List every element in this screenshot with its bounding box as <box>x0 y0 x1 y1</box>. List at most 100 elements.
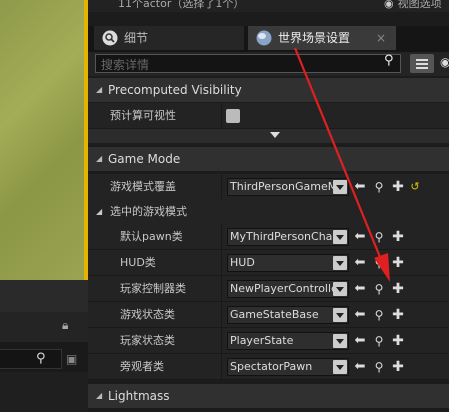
back-arrow-icon[interactable]: ⬅ <box>353 332 367 350</box>
view-options-label: 视图选项 <box>397 0 442 10</box>
column-divider <box>221 250 222 276</box>
lock-icon[interactable]: 🔒︎ <box>62 318 76 332</box>
section-title: Precomputed Visibility <box>108 83 242 97</box>
property-row: 预计算可视性 <box>88 103 449 129</box>
property-row-game-mode-override: 游戏模式覆盖 ThirdPersonGameMode ⬅ ⚲ ✚ ↺ <box>88 174 449 200</box>
section-game-mode[interactable]: ◢ Game Mode <box>88 147 449 171</box>
search-input[interactable]: 搜索详情 <box>95 54 401 73</box>
column-divider <box>221 302 222 328</box>
add-icon[interactable]: ✚ <box>391 280 405 298</box>
find-icon[interactable]: ⚲ <box>372 358 386 376</box>
property-label: 游戏模式覆盖 <box>110 180 176 193</box>
group-row-selected-game-mode[interactable]: ◢ 选中的游戏模式 <box>88 199 449 225</box>
back-arrow-icon[interactable]: ⬅ <box>353 306 367 324</box>
property-row: HUD类 HUD ⬅ ⚲ ✚ <box>88 250 449 276</box>
find-icon[interactable]: ⚲ <box>372 280 386 298</box>
collapse-arrow-icon: ◢ <box>96 207 103 216</box>
property-row: 游戏状态类 GameStateBase ⬅ ⚲ ✚ <box>88 302 449 328</box>
left-panel-content <box>0 372 88 412</box>
close-icon[interactable]: × <box>376 26 386 50</box>
property-matrix-button[interactable] <box>410 54 434 73</box>
details-panel: 11个actor（选择了1个） ◉ 视图选项 细节 世界场景设置 × 搜索详情 ⚲… <box>88 0 449 412</box>
section-lightmass[interactable]: ◢ Lightmass <box>88 384 449 408</box>
find-icon[interactable]: ⚲ <box>372 228 386 246</box>
property-label: 玩家状态类 <box>120 334 175 347</box>
add-icon[interactable]: ✚ <box>391 254 405 272</box>
left-search-input[interactable] <box>0 349 62 369</box>
combo-value: ThirdPersonGameMode <box>230 180 334 193</box>
combo-value: SpectatorPawn <box>230 360 313 373</box>
back-arrow-icon[interactable]: ⬅ <box>353 178 367 196</box>
grid-icon <box>416 58 428 69</box>
chevron-down-icon <box>333 360 347 374</box>
chevron-down-icon <box>333 334 347 348</box>
column-divider <box>221 354 222 380</box>
combo-value: NewPlayerController <box>230 282 334 295</box>
search-row: 搜索详情 <box>88 52 449 76</box>
find-icon[interactable]: ⚲ <box>372 178 386 196</box>
default-pawn-combo[interactable]: MyThirdPersonCharacter <box>227 228 349 246</box>
back-arrow-icon[interactable]: ⬅ <box>353 228 367 246</box>
left-panel-gap <box>0 280 88 312</box>
player-controller-combo[interactable]: NewPlayerController <box>227 280 349 298</box>
property-row: 默认pawn类 MyThirdPersonCharacter ⬅ ⚲ ✚ <box>88 224 449 250</box>
add-icon[interactable]: ✚ <box>391 332 405 350</box>
tab-bar: 细节 世界场景设置 × <box>88 26 449 52</box>
property-row: 玩家控制器类 NewPlayerController ⬅ ⚲ ✚ <box>88 276 449 302</box>
property-row: 旁观者类 SpectatorPawn ⬅ ⚲ ✚ <box>88 354 449 380</box>
precomputed-visibility-checkbox[interactable] <box>226 109 240 123</box>
player-state-combo[interactable]: PlayerState <box>227 332 349 350</box>
column-divider <box>221 328 222 354</box>
advanced-expander[interactable] <box>88 129 449 143</box>
spectator-class-combo[interactable]: SpectatorPawn <box>227 358 349 376</box>
property-row: 玩家状态类 PlayerState ⬅ ⚲ ✚ <box>88 328 449 354</box>
level-viewport[interactable] <box>0 0 88 280</box>
column-divider <box>221 224 222 250</box>
reset-icon[interactable]: ↺ <box>408 178 422 196</box>
eye-icon: ◉ <box>384 0 394 10</box>
property-label: 默认pawn类 <box>120 230 183 243</box>
chevron-down-icon <box>333 256 347 270</box>
game-state-combo[interactable]: GameStateBase <box>227 306 349 324</box>
search-icon[interactable]: ⚲ <box>36 351 46 366</box>
combo-value: GameStateBase <box>230 308 319 321</box>
game-mode-override-combo[interactable]: ThirdPersonGameMode <box>227 178 349 196</box>
section-precomputed-visibility[interactable]: ◢ Precomputed Visibility <box>88 78 449 102</box>
save-icon[interactable]: ▣ <box>66 352 77 366</box>
property-label: 游戏状态类 <box>120 308 175 321</box>
find-icon[interactable]: ⚲ <box>372 306 386 324</box>
group-label: 选中的游戏模式 <box>110 205 187 218</box>
collapse-arrow-icon: ◢ <box>96 154 103 163</box>
globe-icon <box>256 30 272 46</box>
chevron-down-icon <box>333 180 347 194</box>
outliner-status-bar: 11个actor（选择了1个） ◉ 视图选项 <box>88 0 449 12</box>
column-divider <box>221 103 222 129</box>
magnifier-icon <box>102 30 118 46</box>
hud-class-combo[interactable]: HUD <box>227 254 349 272</box>
find-icon[interactable]: ⚲ <box>372 254 386 272</box>
back-arrow-icon[interactable]: ⬅ <box>353 358 367 376</box>
precomputed-visibility-label: 预计算可视性 <box>110 109 176 122</box>
back-arrow-icon[interactable]: ⬅ <box>353 280 367 298</box>
view-options-button[interactable]: ◉ 视图选项 <box>384 0 442 11</box>
tab-details[interactable]: 细节 <box>94 26 244 50</box>
add-icon[interactable]: ✚ <box>391 358 405 376</box>
find-icon[interactable]: ⚲ <box>372 332 386 350</box>
property-label: HUD类 <box>120 256 156 269</box>
search-icon[interactable]: ⚲ <box>384 53 394 68</box>
collapse-arrow-icon: ◢ <box>96 85 103 94</box>
tab-world-settings[interactable]: 世界场景设置 × <box>248 26 396 50</box>
section-title: Game Mode <box>108 152 181 166</box>
eye-icon[interactable]: ◉ <box>440 55 449 69</box>
chevron-down-icon <box>333 308 347 322</box>
column-divider <box>221 174 222 200</box>
add-icon[interactable]: ✚ <box>391 228 405 246</box>
search-placeholder: 搜索详情 <box>101 58 150 72</box>
combo-value: MyThirdPersonCharacter <box>230 230 334 243</box>
add-icon[interactable]: ✚ <box>391 178 405 196</box>
chevron-down-icon <box>270 132 280 138</box>
property-label: 旁观者类 <box>120 360 164 373</box>
add-icon[interactable]: ✚ <box>391 306 405 324</box>
back-arrow-icon[interactable]: ⬅ <box>353 254 367 272</box>
combo-value: HUD <box>230 256 255 269</box>
